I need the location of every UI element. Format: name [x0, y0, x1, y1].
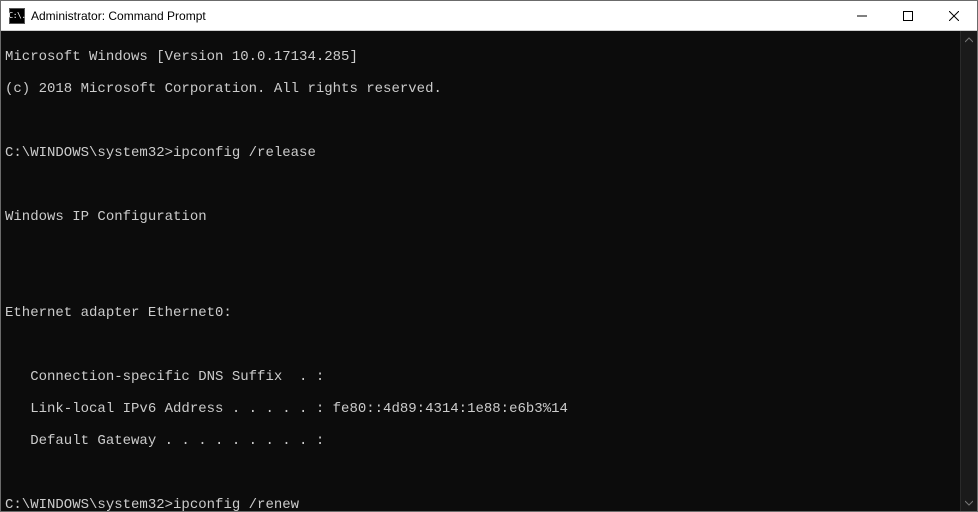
chevron-down-icon	[965, 500, 973, 506]
close-icon	[949, 11, 959, 21]
vertical-scrollbar[interactable]	[960, 31, 977, 511]
close-button[interactable]	[931, 1, 977, 30]
maximize-icon	[903, 11, 913, 21]
prompt-path: C:\WINDOWS\system32>	[5, 497, 173, 511]
console-prompt-line: C:\WINDOWS\system32>ipconfig /renew	[5, 497, 960, 511]
console-line: Ethernet adapter Ethernet0:	[5, 305, 960, 321]
console-output[interactable]: Microsoft Windows [Version 10.0.17134.28…	[1, 31, 960, 511]
console-line	[5, 177, 960, 193]
console-line: Connection-specific DNS Suffix . :	[5, 369, 960, 385]
prompt-path: C:\WINDOWS\system32>	[5, 145, 173, 161]
command-prompt-window: C:\. Administrator: Command Prompt Micro…	[0, 0, 978, 512]
console-prompt-line: C:\WINDOWS\system32>ipconfig /release	[5, 145, 960, 161]
console-line: Microsoft Windows [Version 10.0.17134.28…	[5, 49, 960, 65]
scrollbar-track[interactable]	[961, 48, 977, 494]
window-controls	[839, 1, 977, 30]
minimize-button[interactable]	[839, 1, 885, 30]
titlebar[interactable]: C:\. Administrator: Command Prompt	[1, 1, 977, 31]
console-line	[5, 113, 960, 129]
cmd-icon: C:\.	[9, 8, 25, 24]
maximize-button[interactable]	[885, 1, 931, 30]
console-line: Link-local IPv6 Address . . . . . : fe80…	[5, 401, 960, 417]
prompt-command: ipconfig /renew	[173, 497, 299, 511]
console-line	[5, 337, 960, 353]
console-line: (c) 2018 Microsoft Corporation. All righ…	[5, 81, 960, 97]
console-line: Windows IP Configuration	[5, 209, 960, 225]
window-title: Administrator: Command Prompt	[31, 9, 839, 23]
scroll-down-button[interactable]	[961, 494, 977, 511]
prompt-command: ipconfig /release	[173, 145, 316, 161]
chevron-up-icon	[965, 37, 973, 43]
console-line	[5, 241, 960, 257]
console-body: Microsoft Windows [Version 10.0.17134.28…	[1, 31, 977, 511]
console-line	[5, 273, 960, 289]
minimize-icon	[857, 11, 867, 21]
console-line: Default Gateway . . . . . . . . . :	[5, 433, 960, 449]
console-line	[5, 465, 960, 481]
scroll-up-button[interactable]	[961, 31, 977, 48]
